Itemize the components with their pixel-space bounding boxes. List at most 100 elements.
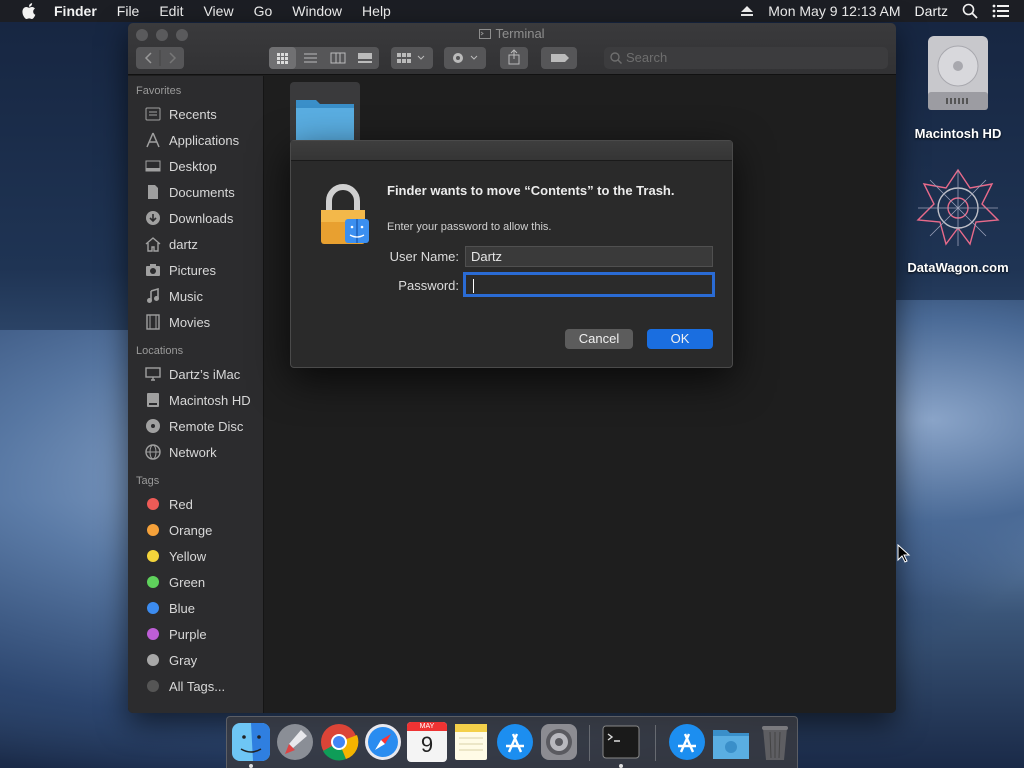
terminal-folder-icon: [479, 29, 492, 39]
username-field[interactable]: Dartz: [465, 246, 713, 267]
locations-heading: Locations: [136, 345, 184, 357]
sidebar-item-network[interactable]: Network: [128, 439, 263, 465]
auth-dialog: Finder wants to move “Contents” to the T…: [290, 140, 733, 368]
sidebar-item-imac[interactable]: Dartz’s iMac: [128, 361, 263, 387]
hard-drive-icon: [147, 393, 159, 407]
sidebar-item-tag-blue[interactable]: Blue: [128, 595, 263, 621]
sidebar-item-label: Applications: [169, 132, 240, 148]
search-icon: [610, 52, 622, 64]
sidebar-item-movies[interactable]: Movies: [128, 309, 263, 335]
sidebar-item-documents[interactable]: Documents: [128, 179, 263, 205]
terminal-running-indicator: [619, 764, 623, 768]
chrome-dock-icon[interactable]: [319, 722, 359, 762]
sidebar-item-label: Movies: [169, 314, 211, 330]
trash-dock-icon[interactable]: [755, 722, 795, 762]
desktop-icon-macintosh-hd[interactable]: Macintosh HD: [903, 34, 1013, 141]
finder-dock-icon[interactable]: [231, 722, 271, 762]
sidebar-item-tag-red[interactable]: Red: [128, 491, 263, 517]
menu-bar: Finder File Edit View Go Window Help Mon…: [0, 0, 1024, 22]
sidebar-item-all-tags[interactable]: All Tags...: [128, 673, 263, 699]
dock-separator: [589, 725, 590, 761]
desktop-icon: [145, 160, 161, 172]
notification-center-icon[interactable]: [992, 4, 1010, 18]
sidebar-item-label: Network: [169, 444, 217, 460]
sidebar-item-tag-gray[interactable]: Gray: [128, 647, 263, 673]
sidebar-item-macintosh-hd[interactable]: Macintosh HD: [128, 387, 263, 413]
search-field[interactable]: Search: [604, 47, 888, 69]
tag-gray-dot: [147, 654, 159, 666]
sidebar-item-tag-yellow[interactable]: Yellow: [128, 543, 263, 569]
selected-folder-item[interactable]: [290, 82, 360, 146]
sidebar-item-home[interactable]: dartz: [128, 231, 263, 257]
menu-clock[interactable]: Mon May 9 12:13 AM: [768, 3, 900, 19]
notes-dock-icon[interactable]: [451, 722, 491, 762]
lock-finder-icon: [321, 184, 369, 244]
calendar-dock-icon[interactable]: MAY 9: [407, 722, 447, 762]
menu-user[interactable]: Dartz: [915, 3, 948, 19]
desktop-icon-label: Macintosh HD: [914, 126, 1002, 141]
menu-help[interactable]: Help: [362, 3, 391, 19]
cancel-button[interactable]: Cancel: [565, 329, 633, 349]
spotlight-search-icon[interactable]: [962, 3, 978, 19]
ok-button[interactable]: OK: [647, 329, 713, 349]
menu-file[interactable]: File: [117, 3, 140, 19]
applications-icon: [146, 132, 160, 148]
finder-titlebar: Terminal Search: [128, 23, 896, 75]
sidebar-item-tag-purple[interactable]: Purple: [128, 621, 263, 647]
music-icon: [147, 288, 159, 303]
launchpad-dock-icon[interactable]: [275, 722, 315, 762]
sidebar-item-desktop[interactable]: Desktop: [128, 153, 263, 179]
menu-app-name[interactable]: Finder: [54, 3, 97, 19]
movies-icon: [146, 314, 160, 330]
forward-icon: [169, 52, 177, 64]
sidebar-item-music[interactable]: Music: [128, 283, 263, 309]
sidebar-item-recents[interactable]: Recents: [128, 101, 263, 127]
sidebar-item-pictures[interactable]: Pictures: [128, 257, 263, 283]
safari-dock-icon[interactable]: [363, 722, 403, 762]
applications-folder-dock-icon[interactable]: [667, 722, 707, 762]
group-by-button[interactable]: [391, 47, 433, 69]
terminal-dock-icon[interactable]: [601, 722, 641, 762]
tag-blue-dot: [147, 602, 159, 614]
sidebar-item-label: Purple: [169, 626, 207, 642]
password-field[interactable]: [463, 272, 715, 297]
tag-green-dot: [147, 576, 159, 588]
menu-edit[interactable]: Edit: [159, 3, 183, 19]
downloads-folder-dock-icon[interactable]: [711, 722, 751, 762]
hard-drive-icon: [928, 36, 988, 110]
app-store-dock-icon[interactable]: [495, 722, 535, 762]
imac-icon: [145, 367, 161, 381]
password-label: Password:: [398, 278, 459, 293]
sidebar-item-label: All Tags...: [169, 678, 226, 694]
eject-icon[interactable]: [740, 5, 754, 17]
sidebar-item-label: dartz: [169, 236, 198, 252]
finder-running-indicator: [249, 764, 253, 768]
edit-tags-button[interactable]: [541, 47, 577, 69]
calendar-day: 9: [420, 732, 434, 757]
menu-window[interactable]: Window: [292, 3, 342, 19]
sidebar-item-tag-orange[interactable]: Orange: [128, 517, 263, 543]
sidebar-item-label: Yellow: [169, 548, 207, 564]
menu-go[interactable]: Go: [254, 3, 273, 19]
tag-red-dot: [147, 498, 159, 510]
menu-view[interactable]: View: [203, 3, 233, 19]
desktop-icon-datawagon[interactable]: DataWagon.com: [903, 168, 1013, 275]
calendar-month: MAY: [407, 722, 447, 731]
sidebar-item-downloads[interactable]: Downloads: [128, 205, 263, 231]
finder-sidebar: Favorites Recents Applications Desktop D…: [128, 76, 264, 713]
apple-menu-icon[interactable]: [20, 1, 40, 21]
sidebar-item-label: Orange: [169, 522, 213, 538]
sidebar-item-label: Desktop: [169, 158, 217, 174]
action-gear-button[interactable]: [444, 47, 486, 69]
sidebar-item-label: Red: [169, 496, 193, 512]
nav-back-forward: [136, 47, 184, 69]
sidebar-item-label: Recents: [169, 106, 217, 122]
window-title-text: Terminal: [495, 26, 545, 41]
sidebar-item-tag-green[interactable]: Green: [128, 569, 263, 595]
view-mode-segment[interactable]: [269, 47, 379, 69]
system-preferences-dock-icon[interactable]: [539, 722, 579, 762]
sidebar-item-applications[interactable]: Applications: [128, 127, 263, 153]
datawagon-logo-icon: [916, 168, 1000, 246]
sidebar-item-remote-disc[interactable]: Remote Disc: [128, 413, 263, 439]
share-button[interactable]: [500, 47, 528, 69]
